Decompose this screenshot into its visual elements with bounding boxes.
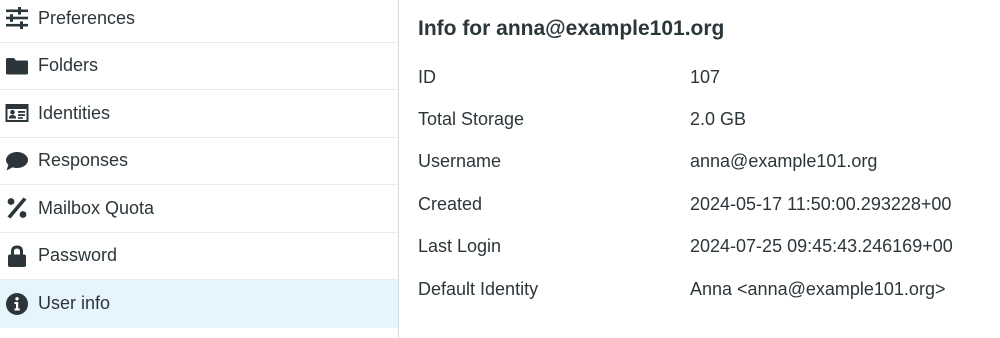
info-value: 2.0 GB <box>690 109 747 130</box>
info-label: Username <box>418 151 502 172</box>
sidebar-item-identities[interactable]: Identities <box>0 90 398 138</box>
info-value: 2024-07-25 09:45:43.246169+00 <box>690 236 953 257</box>
sidebar-item-user-info[interactable]: User info <box>0 280 398 328</box>
info-row-last-login: Last Login 2024-07-25 09:45:43.246169+00 <box>418 226 953 268</box>
info-row-default-identity: Default Identity Anna <anna@example101.o… <box>418 268 953 310</box>
settings-sidebar: Preferences Folders Identities Responses… <box>0 0 399 338</box>
sliders-icon <box>4 5 30 31</box>
sidebar-item-label: Password <box>38 245 118 266</box>
info-label: Default Identity <box>418 278 539 299</box>
id-card-icon <box>4 100 30 126</box>
sidebar-item-label: Responses <box>38 150 129 171</box>
settings-app: Preferences Folders Identities Responses… <box>0 0 1000 338</box>
info-label: Last Login <box>418 236 502 257</box>
info-row-username: Username anna@example101.org <box>418 141 953 183</box>
info-value: 2024-05-17 11:50:00.293228+00 <box>690 193 952 214</box>
sidebar-item-responses[interactable]: Responses <box>0 138 398 185</box>
sidebar-item-folders[interactable]: Folders <box>0 43 398 90</box>
info-row-total-storage: Total Storage 2.0 GB <box>418 98 953 140</box>
info-circle-icon <box>4 291 30 317</box>
folder-icon <box>4 53 30 79</box>
sidebar-item-label: Mailbox Quota <box>38 197 155 218</box>
info-label: ID <box>418 66 436 87</box>
info-label: Total Storage <box>418 109 525 130</box>
info-row-created: Created 2024-05-17 11:50:00.293228+00 <box>418 183 953 225</box>
comment-icon <box>4 148 30 174</box>
sidebar-item-label: Identities <box>38 102 111 123</box>
settings-nav-list: Preferences Folders Identities Responses… <box>0 0 398 328</box>
info-label: Created <box>418 193 483 214</box>
sidebar-item-password[interactable]: Password <box>0 233 398 280</box>
sidebar-item-label: User info <box>38 293 111 314</box>
sidebar-item-label: Folders <box>38 55 99 76</box>
sidebar-item-mailbox-quota[interactable]: Mailbox Quota <box>0 185 398 233</box>
info-row-id: ID 107 <box>418 56 953 98</box>
lock-icon <box>4 243 30 269</box>
percent-icon <box>4 195 30 221</box>
sidebar-item-preferences[interactable]: Preferences <box>0 0 398 43</box>
sidebar-item-label: Preferences <box>38 7 136 28</box>
info-value: anna@example101.org <box>690 151 878 172</box>
info-value: Anna <anna@example101.org> <box>690 278 946 299</box>
info-value: 107 <box>690 66 721 87</box>
page-title: Info for anna@example101.org <box>418 17 725 40</box>
user-info-table: ID 107 Total Storage 2.0 GB Username ann… <box>418 56 953 310</box>
user-info-panel: Info for anna@example101.org ID 107 Tota… <box>399 0 1000 338</box>
